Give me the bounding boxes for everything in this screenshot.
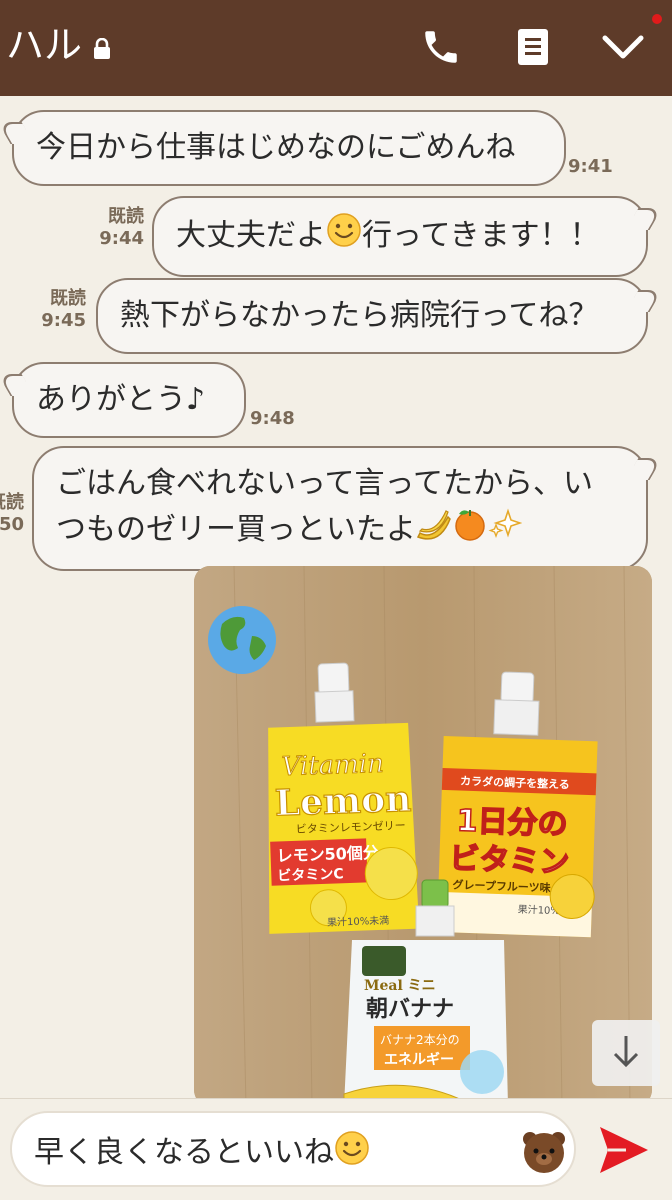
message-meta: 既読 9:45 [38,288,86,332]
message-text: 大丈夫だよ [176,218,326,253]
sparkles-emoji-icon [488,507,523,554]
chevron-down-icon[interactable] [598,22,648,72]
message-text-line: つものゼリー買っといたよ [56,512,416,547]
svg-text:Lemon: Lemon [274,778,412,825]
svg-text:1日分の: 1日分の [456,803,568,842]
message-meta: 既読 9:44 [96,206,144,250]
message-input[interactable]: 早く良くなるといいね [10,1111,576,1187]
banana-emoji-icon [416,507,452,554]
tangerine-emoji-icon [452,506,488,555]
svg-text:エネルギー: エネルギー [384,1051,454,1068]
message-time: 9:48 [250,408,295,429]
message-input-text: 早く良くなるといいね [34,1135,334,1170]
message-meta: 既読 50 [0,492,24,536]
chat-header: ハル [0,0,672,96]
phone-icon[interactable] [416,22,466,72]
svg-text:レモン50個分: レモン50個分 [276,843,379,866]
chat-title[interactable]: ハル [6,22,82,68]
message-bubble[interactable]: 大丈夫だよ 行ってきます！！ [152,196,648,277]
message-bubble[interactable]: 今日から仕事はじめなのにごめんね [12,110,566,186]
notes-icon[interactable] [508,22,558,72]
svg-text:朝バナナ: 朝バナナ [366,996,454,1022]
read-receipt: 既読 [0,492,24,513]
scroll-down-button[interactable] [592,1020,660,1086]
message-input-bar: 早く良くなるといいね [0,1098,672,1200]
svg-text:Meal ミニ: Meal ミニ [364,978,436,994]
read-receipt: 既読 [108,206,144,227]
smile-emoji-icon [334,1130,370,1177]
photo-message[interactable]: Vitamin Lemon ビタミンレモンゼリー レモン50個分 ビタミンC 果… [194,566,652,1098]
notification-dot [652,14,662,24]
message-text: 今日から仕事はじめなのにごめんね [36,130,516,165]
jelly-photo: Vitamin Lemon ビタミンレモンゼリー レモン50個分 ビタミンC 果… [194,566,652,1098]
lock-icon [92,37,112,59]
smile-emoji-icon [326,212,362,261]
message-bubble[interactable]: 熱下がらなかったら病院行ってね？ [96,278,648,354]
svg-text:ビタミン: ビタミン [449,841,570,880]
message-text: 行ってきます！！ [362,218,600,253]
arrow-down-icon [611,1034,641,1072]
svg-text:Vitamin: Vitamin [281,749,384,783]
message-text-line: ごはん食べれないって言ってたから、い [56,466,593,501]
message-text: 熱下がらなかったら病院行ってね？ [120,298,599,333]
message-time: 9:45 [41,310,86,331]
message-time: 50 [0,514,24,535]
chat-area[interactable]: 今日から仕事はじめなのにごめんね 9:41 既読 9:44 大丈夫だよ 行ってきま… [0,96,672,1098]
svg-text:ビタミンC: ビタミンC [277,866,344,884]
send-icon[interactable] [596,1123,652,1177]
read-receipt: 既読 [50,288,86,309]
message-text: ありがとう♪ [36,382,206,417]
svg-text:バナナ2本分の: バナナ2本分の [380,1033,460,1047]
message-bubble[interactable]: ごはん食べれないって言ってたから、い つものゼリー買っといたよ [32,446,648,571]
message-bubble[interactable]: ありがとう♪ [12,362,246,438]
globe-icon [208,606,276,674]
message-time: 9:44 [99,228,144,249]
message-time: 9:41 [568,156,613,177]
bear-icon[interactable] [520,1127,568,1175]
